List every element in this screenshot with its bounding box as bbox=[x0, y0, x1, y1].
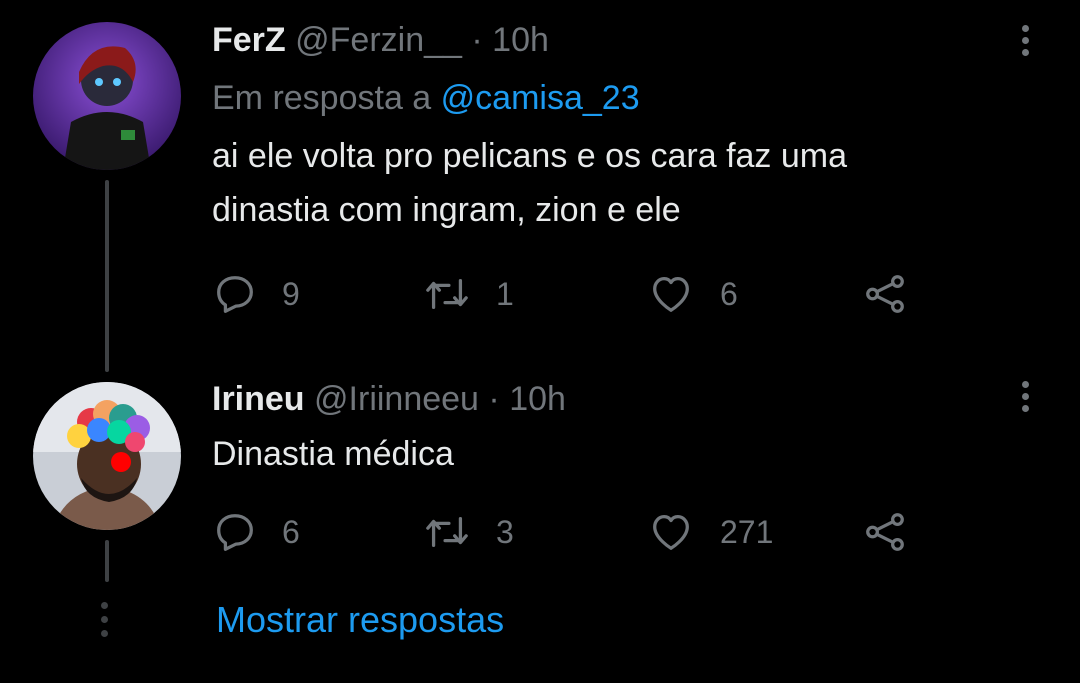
like-count: 271 bbox=[720, 513, 774, 550]
tweet-text: ai ele volta pro pelicans e os cara faz … bbox=[212, 129, 1080, 237]
tweet-text-line: dinastia com ingram, zion e ele bbox=[212, 191, 681, 229]
reply-to-link[interactable]: @camisa_23 bbox=[441, 79, 640, 117]
reply-count: 9 bbox=[282, 275, 300, 312]
heart-icon bbox=[653, 277, 689, 312]
tweet-header: FerZ @Ferzin__ · 10h bbox=[212, 20, 1080, 60]
retweet-count: 3 bbox=[496, 513, 514, 550]
share-button[interactable] bbox=[862, 264, 908, 324]
reply-icon bbox=[217, 514, 253, 551]
display-name[interactable]: FerZ bbox=[212, 21, 286, 59]
retweet-icon bbox=[426, 278, 468, 310]
timestamp[interactable]: · 10h bbox=[488, 380, 566, 418]
avatar-irineu[interactable] bbox=[33, 382, 181, 530]
reply-icon bbox=[217, 276, 253, 313]
dot bbox=[101, 602, 108, 609]
tweet-header: Irineu @Iriinneeu · 10h bbox=[212, 379, 1080, 419]
tweet-text: Dinastia médica bbox=[212, 427, 1080, 481]
dot bbox=[1021, 393, 1029, 400]
retweet-button[interactable]: 1 bbox=[424, 264, 514, 324]
reply-count: 6 bbox=[282, 513, 300, 550]
more-options-button[interactable] bbox=[1014, 25, 1036, 56]
tweet-text-line: Dinastia médica bbox=[212, 435, 454, 473]
dot bbox=[101, 630, 108, 637]
thread-more-dots-icon bbox=[101, 602, 108, 637]
dot bbox=[1021, 49, 1029, 56]
dot bbox=[1021, 405, 1029, 412]
reply-button[interactable]: 9 bbox=[212, 264, 300, 324]
display-name[interactable]: Irineu bbox=[212, 380, 305, 418]
show-replies-link[interactable]: Mostrar respostas bbox=[216, 598, 504, 642]
tweet-1[interactable]: FerZ @Ferzin__ · 10h Em resposta a @cami… bbox=[212, 20, 1080, 237]
dot bbox=[1021, 25, 1029, 32]
reply-prefix: Em resposta a bbox=[212, 79, 432, 117]
dot bbox=[1021, 381, 1029, 388]
avatar-ferz[interactable] bbox=[33, 22, 181, 170]
more-options-button[interactable] bbox=[1014, 381, 1036, 412]
thread-connector-line-2 bbox=[105, 540, 109, 582]
tweet-text-line: ai ele volta pro pelicans e os cara faz … bbox=[212, 137, 848, 175]
like-count: 6 bbox=[720, 275, 738, 312]
share-icon bbox=[866, 275, 904, 313]
dot bbox=[101, 616, 108, 623]
handle[interactable]: @Iriinneeu bbox=[314, 380, 479, 418]
like-button[interactable]: 271 bbox=[648, 502, 773, 562]
share-icon bbox=[866, 513, 904, 551]
reply-context: Em resposta a @camisa_23 bbox=[212, 78, 1080, 118]
timestamp[interactable]: · 10h bbox=[471, 21, 549, 59]
handle[interactable]: @Ferzin__ bbox=[295, 21, 462, 59]
dot bbox=[1021, 37, 1029, 44]
retweet-icon bbox=[426, 516, 468, 548]
thread-connector-line bbox=[105, 180, 109, 372]
share-button[interactable] bbox=[862, 502, 908, 562]
like-button[interactable]: 6 bbox=[648, 264, 738, 324]
retweet-button[interactable]: 3 bbox=[424, 502, 514, 562]
retweet-count: 1 bbox=[496, 275, 514, 312]
heart-icon bbox=[653, 515, 689, 550]
reply-button[interactable]: 6 bbox=[212, 502, 300, 562]
tweet-2[interactable]: Irineu @Iriinneeu · 10h Dinastia médica bbox=[212, 379, 1080, 481]
